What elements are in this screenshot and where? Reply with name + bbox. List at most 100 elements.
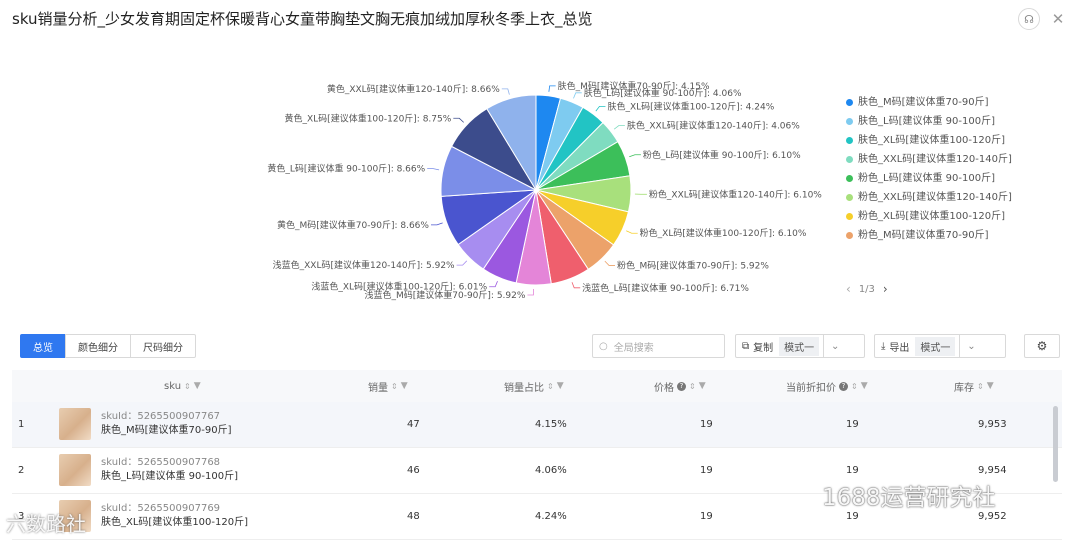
tab-overview[interactable]: 总览	[20, 334, 66, 358]
sku-sales-pie-chart: 肤色_M码[建议体重70-90斤]: 4.15%肤色_L码[建议体重 90-10…	[0, 60, 840, 310]
column-discount-label: 当前折扣价	[786, 379, 836, 394]
stock-cell: 9,953	[978, 402, 1007, 447]
legend-swatch	[846, 137, 853, 144]
column-price[interactable]: 价格 ? ⇕ ▼	[654, 370, 706, 402]
pie-slice-label: 黄色_XXL码[建议体重120-140斤]: 8.66%	[327, 83, 500, 95]
copy-icon: ⧉	[742, 341, 749, 352]
filter-icon[interactable]: ▼	[401, 381, 408, 391]
legend-swatch	[846, 194, 853, 201]
legend-label: 肤色_M码[建议体重70-90斤]	[858, 96, 989, 109]
legend-item[interactable]: 粉色_XL码[建议体重100-120斤]	[846, 210, 1021, 223]
pie-slice-label: 粉色_L码[建议体重 90-100斤]: 6.10%	[643, 149, 801, 161]
column-stock[interactable]: 库存 ⇕ ▼	[954, 370, 994, 402]
pie-slice-label: 黄色_M码[建议体重70-90斤]: 8.66%	[277, 219, 429, 231]
help-icon[interactable]: ?	[677, 382, 686, 391]
sort-icon[interactable]: ⇕	[184, 382, 191, 391]
share-cell: 4.24%	[535, 494, 567, 539]
export-button[interactable]: ⤓ 导出	[875, 335, 915, 357]
share-cell: 4.06%	[535, 448, 567, 493]
copy-button-group: ⧉ 复制 模式一 ⌄	[735, 334, 865, 358]
filter-icon[interactable]: ▼	[557, 381, 564, 391]
pie-label-leader	[527, 289, 533, 295]
watermark-text: 六数路社	[6, 508, 86, 537]
pie-label-leader	[573, 93, 581, 99]
sort-icon[interactable]: ⇕	[391, 382, 398, 391]
column-sku[interactable]: sku ⇕ ▼	[164, 370, 201, 402]
pie-label-leader	[596, 106, 606, 111]
legend-item[interactable]: 肤色_XXL码[建议体重120-140斤]	[846, 153, 1021, 166]
sort-icon[interactable]: ⇕	[851, 382, 858, 391]
sku-cell: skuId：5265500907767 肤色_M码[建议体重70-90斤]	[101, 410, 232, 438]
pie-label-leader	[629, 155, 641, 157]
legend-item[interactable]: 粉色_L码[建议体重 90-100斤]	[846, 172, 1021, 185]
legend-label: 肤色_XL码[建议体重100-120斤]	[858, 134, 1005, 147]
column-share-label: 销量占比	[504, 379, 544, 394]
window-controls: ☊ ✕	[1018, 8, 1066, 30]
pie-slice-label: 粉色_XXL码[建议体重120-140斤]: 6.10%	[649, 188, 822, 200]
headset-icon[interactable]: ☊	[1018, 8, 1040, 30]
pie-label-leader	[614, 126, 625, 130]
product-thumbnail[interactable]	[59, 454, 91, 486]
pie-slice-label: 黄色_L码[建议体重 90-100斤]: 8.66%	[267, 163, 425, 175]
sort-icon[interactable]: ⇕	[977, 382, 984, 391]
sku-id: skuId：5265500907768	[101, 456, 238, 470]
sku-id: skuId：5265500907769	[101, 502, 248, 516]
sales-cell: 47	[407, 402, 420, 447]
legend-next-icon[interactable]: ›	[883, 282, 888, 296]
sku-name: 肤色_L码[建议体重 90-100斤]	[101, 470, 238, 484]
chevron-down-icon[interactable]: ⌄	[823, 335, 846, 357]
column-sku-label: sku	[164, 381, 181, 392]
filter-icon[interactable]: ▼	[861, 381, 868, 391]
column-share[interactable]: 销量占比 ⇕ ▼	[504, 370, 564, 402]
search-icon: ○	[599, 341, 608, 352]
sort-icon[interactable]: ⇕	[547, 382, 554, 391]
legend-item[interactable]: 肤色_L码[建议体重 90-100斤]	[846, 115, 1021, 128]
close-icon[interactable]: ✕	[1050, 10, 1066, 28]
filter-icon[interactable]: ▼	[987, 381, 994, 391]
sku-name: 肤色_M码[建议体重70-90斤]	[101, 424, 232, 438]
table-row[interactable]: 1 skuId：5265500907767 肤色_M码[建议体重70-90斤] …	[12, 402, 1062, 448]
filter-icon[interactable]: ▼	[194, 381, 201, 391]
pie-label-leader	[427, 169, 439, 170]
tab-size-breakdown[interactable]: 尺码细分	[130, 334, 196, 358]
pie-label-leader	[502, 89, 510, 95]
pie-slice-label: 肤色_L码[建议体重 90-100斤]: 4.06%	[584, 87, 742, 99]
legend-swatch	[846, 99, 853, 106]
legend-item[interactable]: 粉色_XXL码[建议体重120-140斤]	[846, 191, 1021, 204]
tab-color-breakdown[interactable]: 颜色细分	[65, 334, 131, 358]
legend-swatch	[846, 175, 853, 182]
price-cell: 19	[700, 402, 713, 447]
table-scrollbar[interactable]	[1053, 406, 1058, 482]
sales-cell: 46	[407, 448, 420, 493]
table-toolbar: 总览 颜色细分 尺码细分 ○ 全局搜索 ⧉ 复制 模式一 ⌄ ⤓ 导出 模式一 …	[20, 334, 1060, 360]
help-icon[interactable]: ?	[839, 382, 848, 391]
legend-prev-icon[interactable]: ‹	[846, 282, 851, 296]
legend-item[interactable]: 肤色_XL码[建议体重100-120斤]	[846, 134, 1021, 147]
global-search-input[interactable]: ○ 全局搜索	[592, 334, 725, 358]
legend-page-indicator: 1/3	[859, 284, 875, 295]
legend-swatch	[846, 213, 853, 220]
pie-label-leader	[489, 281, 497, 287]
column-sales[interactable]: 销量 ⇕ ▼	[368, 370, 408, 402]
sku-name: 肤色_XL码[建议体重100-120斤]	[101, 516, 248, 530]
discount-cell: 19	[846, 402, 859, 447]
copy-label: 复制	[753, 339, 773, 354]
pie-slice-label: 肤色_XL码[建议体重100-120斤]: 4.24%	[607, 100, 774, 112]
export-mode[interactable]: 模式一	[915, 337, 955, 356]
column-discount[interactable]: 当前折扣价 ? ⇕ ▼	[786, 370, 868, 402]
pie-label-leader	[572, 282, 580, 288]
pie-label-leader	[457, 261, 467, 265]
pie-slice-label: 肤色_XXL码[建议体重120-140斤]: 4.06%	[627, 120, 800, 132]
sort-icon[interactable]: ⇕	[689, 382, 696, 391]
chevron-down-icon[interactable]: ⌄	[959, 335, 982, 357]
filter-icon[interactable]: ▼	[699, 381, 706, 391]
legend-item[interactable]: 肤色_M码[建议体重70-90斤]	[846, 96, 1021, 109]
watermark-text: 1688运营研究社	[822, 478, 996, 512]
product-thumbnail[interactable]	[59, 408, 91, 440]
pie-label-leader	[549, 86, 556, 92]
pie-slice-label: 浅蓝色_XL码[建议体重100-120斤]: 6.01%	[311, 281, 487, 293]
settings-button[interactable]: ⚙	[1024, 334, 1060, 358]
copy-mode[interactable]: 模式一	[779, 337, 819, 356]
copy-button[interactable]: ⧉ 复制	[736, 335, 779, 357]
legend-item[interactable]: 粉色_M码[建议体重70-90斤]	[846, 229, 1021, 242]
